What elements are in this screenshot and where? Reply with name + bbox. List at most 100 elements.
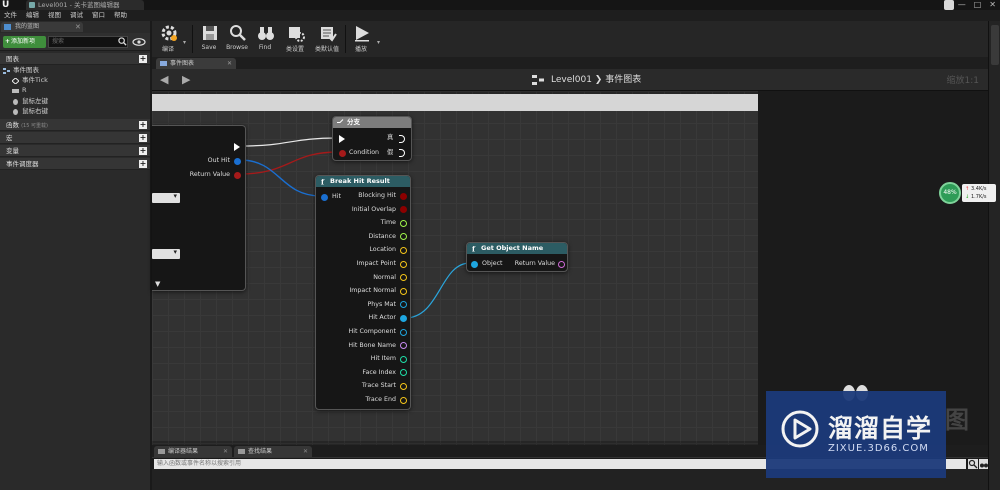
compiler-results-icon xyxy=(158,449,165,454)
variables-section[interactable]: 变量 + xyxy=(0,145,150,157)
class-settings-label: 类设置 xyxy=(285,46,304,53)
add-macro-button[interactable]: + xyxy=(139,134,147,142)
output-pin[interactable] xyxy=(400,342,407,350)
breadcrumb[interactable]: Level001 ❯ 事件图表 xyxy=(551,73,641,87)
event-icon xyxy=(12,78,19,84)
tree-item-mouse-left[interactable]: 鼠标左键 xyxy=(12,97,48,106)
menu-debug[interactable]: 调试 xyxy=(70,10,83,21)
add-graph-button[interactable]: + xyxy=(139,55,147,63)
output-pin[interactable] xyxy=(400,396,407,404)
return-value-row: Return Value xyxy=(172,170,242,180)
graphs-section[interactable]: 图表 + xyxy=(0,53,150,65)
blueprint-editor-window: U Level001 - 关卡蓝图编辑器 — □ ✕ 文件 编辑 视图 调试 窗… xyxy=(0,0,1000,490)
trace-channel-dropdown[interactable] xyxy=(152,192,180,203)
class-settings-icon xyxy=(289,27,305,42)
menu-help[interactable]: 帮助 xyxy=(114,10,127,21)
back-arrow-icon[interactable]: ◀ xyxy=(160,73,168,86)
tab-compiler-results[interactable]: 编译器结果 ✕ xyxy=(154,446,232,457)
false-exec-pin[interactable] xyxy=(399,149,405,157)
macros-section[interactable]: 宏 + xyxy=(0,132,150,144)
document-tab[interactable]: Level001 - 关卡蓝图编辑器 xyxy=(26,0,144,10)
output-pin[interactable] xyxy=(400,382,407,390)
output-pin[interactable] xyxy=(400,219,407,227)
output-pin[interactable] xyxy=(400,233,407,241)
draw-debug-dropdown[interactable] xyxy=(152,248,180,259)
class-defaults-button[interactable]: 类默认值 xyxy=(313,21,341,56)
object-input-pin[interactable] xyxy=(471,260,478,268)
menu-edit[interactable]: 编辑 xyxy=(26,10,39,21)
search-icon[interactable] xyxy=(118,37,127,46)
pin-label: Time xyxy=(380,219,396,227)
menu-view[interactable]: 视图 xyxy=(48,10,61,21)
download-speed: 1.7K/s xyxy=(971,194,987,200)
tree-item-event-graph[interactable]: 事件图表 xyxy=(3,66,39,75)
help-icon[interactable] xyxy=(944,0,954,10)
get-object-name-header: f Get Object Name xyxy=(467,243,567,254)
minimize-button[interactable]: — xyxy=(958,0,966,10)
class-defaults-icon xyxy=(321,27,337,42)
maximize-button[interactable]: □ xyxy=(974,0,982,10)
menu-file[interactable]: 文件 xyxy=(4,10,17,21)
mouse-icon xyxy=(13,99,18,105)
tab-event-graph-label: 事件图表 xyxy=(170,60,195,67)
close-icon[interactable]: ✕ xyxy=(75,22,81,32)
add-new-button[interactable]: 添加新项 xyxy=(3,36,46,48)
break-hit-result-node[interactable]: f Break Hit Result Hit Blocking Hit Initi… xyxy=(315,175,411,410)
output-pin[interactable] xyxy=(400,274,407,282)
search-input[interactable]: 搜索 xyxy=(48,36,128,48)
output-pin[interactable] xyxy=(400,355,407,363)
output-pin[interactable] xyxy=(400,301,407,309)
chevron-down-icon[interactable]: ▾ xyxy=(377,39,380,46)
tab-event-graph[interactable]: 事件图表 ✕ xyxy=(156,58,236,69)
chevron-down-icon[interactable]: ▾ xyxy=(183,39,186,46)
tree-item-mouse-right[interactable]: 鼠标右键 xyxy=(12,107,48,116)
close-button[interactable]: ✕ xyxy=(989,0,996,10)
branch-node[interactable]: 分支 真 Condition 假 xyxy=(332,116,412,161)
tree-item-event-tick[interactable]: 事件Tick xyxy=(12,76,48,85)
comment-box-header[interactable] xyxy=(152,94,758,111)
class-settings-button[interactable]: 类设置 xyxy=(281,21,309,56)
eye-icon[interactable] xyxy=(132,38,146,46)
search-icon[interactable] xyxy=(968,459,978,469)
output-pin[interactable] xyxy=(400,192,407,200)
details-tab[interactable] xyxy=(991,25,999,65)
add-function-button[interactable]: + xyxy=(139,121,147,129)
true-exec-pin[interactable] xyxy=(399,135,405,143)
find-button[interactable]: Find xyxy=(251,21,279,56)
get-object-name-node[interactable]: f Get Object Name Object Return Value xyxy=(466,242,568,272)
close-icon[interactable]: ✕ xyxy=(223,446,228,457)
output-pin[interactable] xyxy=(400,206,407,214)
graph-icon xyxy=(532,75,544,85)
output-pin[interactable] xyxy=(400,287,407,295)
return-value-pin[interactable] xyxy=(558,260,565,268)
true-row: 真 xyxy=(387,133,393,143)
exec-out-pin[interactable] xyxy=(234,143,240,151)
close-icon[interactable]: ✕ xyxy=(227,58,232,69)
branch-node-title: 分支 xyxy=(347,118,360,126)
output-pin[interactable] xyxy=(400,260,407,268)
functions-section[interactable]: 函数 (15 可重载) + xyxy=(0,119,150,131)
exec-in-pin[interactable] xyxy=(339,135,345,143)
event-dispatchers-section[interactable]: 事件调度器 + xyxy=(0,158,150,170)
add-variable-button[interactable]: + xyxy=(139,147,147,155)
output-pin[interactable] xyxy=(400,328,407,336)
add-dispatcher-button[interactable]: + xyxy=(139,160,147,168)
menu-window[interactable]: 窗口 xyxy=(92,10,105,21)
output-pin[interactable] xyxy=(400,369,407,377)
line-trace-node[interactable]: Out Hit Return Value ▼ xyxy=(152,125,246,291)
pin-label: Blocking Hit xyxy=(358,192,396,199)
output-pin[interactable] xyxy=(400,246,407,254)
my-blueprint-tab[interactable]: 我的蓝图 ✕ xyxy=(1,22,83,32)
close-icon[interactable]: ✕ xyxy=(303,446,308,457)
svg-text:f: f xyxy=(472,245,476,252)
forward-arrow-icon[interactable]: ▶ xyxy=(182,73,190,86)
tree-item-r[interactable]: R xyxy=(12,86,27,95)
tab-find-results[interactable]: 查找结果 ✕ xyxy=(234,446,312,457)
expand-arrow-icon[interactable]: ▼ xyxy=(155,280,160,288)
compile-button[interactable]: 编译 xyxy=(154,21,182,56)
return-value-pin[interactable] xyxy=(234,171,241,179)
out-hit-pin[interactable] xyxy=(234,157,241,165)
play-button[interactable]: 播放 xyxy=(347,21,375,56)
output-pin[interactable] xyxy=(400,314,407,322)
condition-pin[interactable] xyxy=(339,149,346,157)
